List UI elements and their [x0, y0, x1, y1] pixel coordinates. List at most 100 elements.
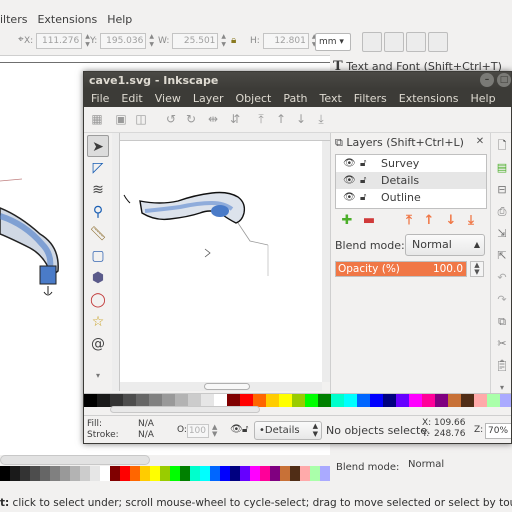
drawing-canvas[interactable]	[120, 141, 322, 382]
palette-swatch[interactable]	[500, 394, 511, 407]
palette-swatch[interactable]	[280, 466, 290, 481]
transform-pattern-button[interactable]	[428, 32, 448, 52]
redo-icon[interactable]: ↷	[495, 293, 509, 307]
select-all-layers-icon[interactable]: ▣	[114, 112, 128, 126]
menu-view[interactable]: View	[155, 92, 181, 105]
menu-path[interactable]: Path	[283, 92, 307, 105]
palette-swatch[interactable]	[370, 394, 383, 407]
palette-swatch[interactable]	[70, 466, 80, 481]
palette-swatch[interactable]	[210, 466, 220, 481]
blend-mode-select[interactable]: Normal ▲▼	[405, 234, 485, 269]
selector-tool-icon[interactable]: ➤	[87, 135, 109, 157]
menu-help[interactable]: Help	[470, 92, 495, 105]
palette-swatch[interactable]	[30, 466, 40, 481]
palette-swatch[interactable]	[220, 466, 230, 481]
palette-swatch[interactable]	[318, 394, 331, 407]
menu-text[interactable]: Text	[320, 92, 342, 105]
opacity-spin-icon[interactable]: ▲ ▼	[470, 261, 484, 277]
palette-swatch[interactable]	[230, 466, 240, 481]
palette-swatch[interactable]	[266, 394, 279, 407]
transform-stroke-button[interactable]	[362, 32, 382, 52]
palette-swatch[interactable]	[130, 466, 140, 481]
import-icon[interactable]: ⇲	[495, 227, 509, 241]
opacity-spin-icon[interactable]: ▲ ▼	[212, 424, 217, 438]
palette-swatch[interactable]	[260, 466, 270, 481]
palette-swatch[interactable]	[100, 466, 110, 481]
palette-swatch[interactable]	[140, 466, 150, 481]
copy-icon[interactable]: ⧉	[495, 315, 509, 329]
bg-menu-filters[interactable]: ilters	[0, 13, 27, 26]
transform-corners-button[interactable]	[384, 32, 404, 52]
palette-swatch[interactable]	[344, 394, 357, 407]
horizontal-ruler[interactable]	[120, 133, 330, 141]
rotate-cw-icon[interactable]: ↻	[184, 112, 198, 126]
spin-arrows-icon[interactable]: ▲▼	[149, 33, 157, 49]
stroke-value[interactable]: N/A	[138, 430, 154, 440]
deselect-icon[interactable]: ◫	[134, 112, 148, 126]
eye-icon[interactable]: 👁︎	[343, 172, 356, 189]
lower-icon[interactable]: ↓	[294, 112, 308, 126]
spiral-tool-icon[interactable]: @	[87, 333, 109, 355]
palette-swatch[interactable]	[279, 394, 292, 407]
palette-swatch[interactable]	[110, 466, 120, 481]
raise-layer-icon[interactable]: ↑	[421, 213, 437, 229]
color-palette[interactable]	[84, 393, 511, 407]
palette-swatch[interactable]	[383, 394, 396, 407]
3d-box-tool-icon[interactable]: ⬢	[87, 267, 109, 289]
node-tool-icon[interactable]: ◸	[87, 157, 109, 179]
star-tool-icon[interactable]: ☆	[87, 311, 109, 333]
minimize-icon[interactable]: –	[480, 73, 494, 87]
layer-row-outline[interactable]: 👁︎ 🔓︎ Outline	[336, 189, 486, 206]
lower-to-bottom-icon[interactable]: ⤓	[314, 112, 328, 126]
palette-swatch[interactable]	[97, 394, 110, 407]
palette-swatch[interactable]	[320, 466, 330, 481]
palette-swatch[interactable]	[0, 466, 10, 481]
maximize-icon[interactable]: □	[497, 73, 511, 87]
canvas-horizontal-scrollbar[interactable]	[120, 382, 322, 391]
raise-to-top-icon[interactable]: ⤒	[254, 112, 268, 126]
palette-swatch[interactable]	[435, 394, 448, 407]
menu-filters[interactable]: Filters	[354, 92, 387, 105]
palette-swatch[interactable]	[20, 466, 30, 481]
vertical-ruler[interactable]	[112, 133, 120, 391]
lock-icon[interactable]: 🔒︎	[231, 35, 236, 46]
select-all-icon[interactable]: ▦	[90, 112, 104, 126]
zoom-field[interactable]: 70%	[485, 423, 511, 439]
palette-swatch[interactable]	[292, 394, 305, 407]
zoom-tool-icon[interactable]: ⚲	[87, 201, 109, 223]
palette-swatch[interactable]	[190, 466, 200, 481]
palette-swatch[interactable]	[357, 394, 370, 407]
flip-vertical-icon[interactable]: ⇵	[228, 112, 242, 126]
lower-layer-bottom-icon[interactable]: ⤓	[463, 213, 479, 229]
unlock-icon[interactable]: 🔓︎	[242, 424, 248, 435]
bg-menu-extensions[interactable]: Extensions	[37, 13, 97, 26]
unit-select[interactable]: mm ▾	[315, 33, 351, 51]
rotate-ccw-icon[interactable]: ↺	[164, 112, 178, 126]
palette-swatch[interactable]	[60, 466, 70, 481]
scrollbar-thumb[interactable]	[204, 383, 250, 390]
bg-menu-help[interactable]: Help	[107, 13, 132, 26]
palette-swatch[interactable]	[200, 466, 210, 481]
layers-panel-title[interactable]: ⧉ Layers (Shift+Ctrl+L)	[335, 136, 464, 150]
menu-extensions[interactable]: Extensions	[399, 92, 459, 105]
palette-swatch[interactable]	[305, 394, 318, 407]
bg-color-palette[interactable]	[0, 466, 330, 481]
unlock-icon[interactable]: 🔓︎	[360, 189, 366, 206]
palette-swatch[interactable]	[90, 466, 100, 481]
add-layer-icon[interactable]: ✚	[339, 213, 355, 229]
rectangle-tool-icon[interactable]: ▢	[87, 245, 109, 267]
opacity-status-field[interactable]: 100	[187, 424, 209, 438]
palette-swatch[interactable]	[80, 466, 90, 481]
palette-swatch[interactable]	[170, 466, 180, 481]
palette-swatch[interactable]	[240, 466, 250, 481]
current-layer-select[interactable]: •Details ▲ ▼	[254, 421, 322, 440]
new-document-icon[interactable]: 🗋︎	[495, 139, 509, 153]
export-icon[interactable]: ⇱	[495, 249, 509, 263]
palette-swatch[interactable]	[396, 394, 409, 407]
palette-swatch[interactable]	[10, 466, 20, 481]
menu-object[interactable]: Object	[236, 92, 272, 105]
flip-horizontal-icon[interactable]: ⇹	[206, 112, 220, 126]
opacity-slider[interactable]: Opacity (%) 100.0	[335, 261, 467, 277]
palette-swatch[interactable]	[50, 466, 60, 481]
palette-swatch[interactable]	[487, 394, 500, 407]
